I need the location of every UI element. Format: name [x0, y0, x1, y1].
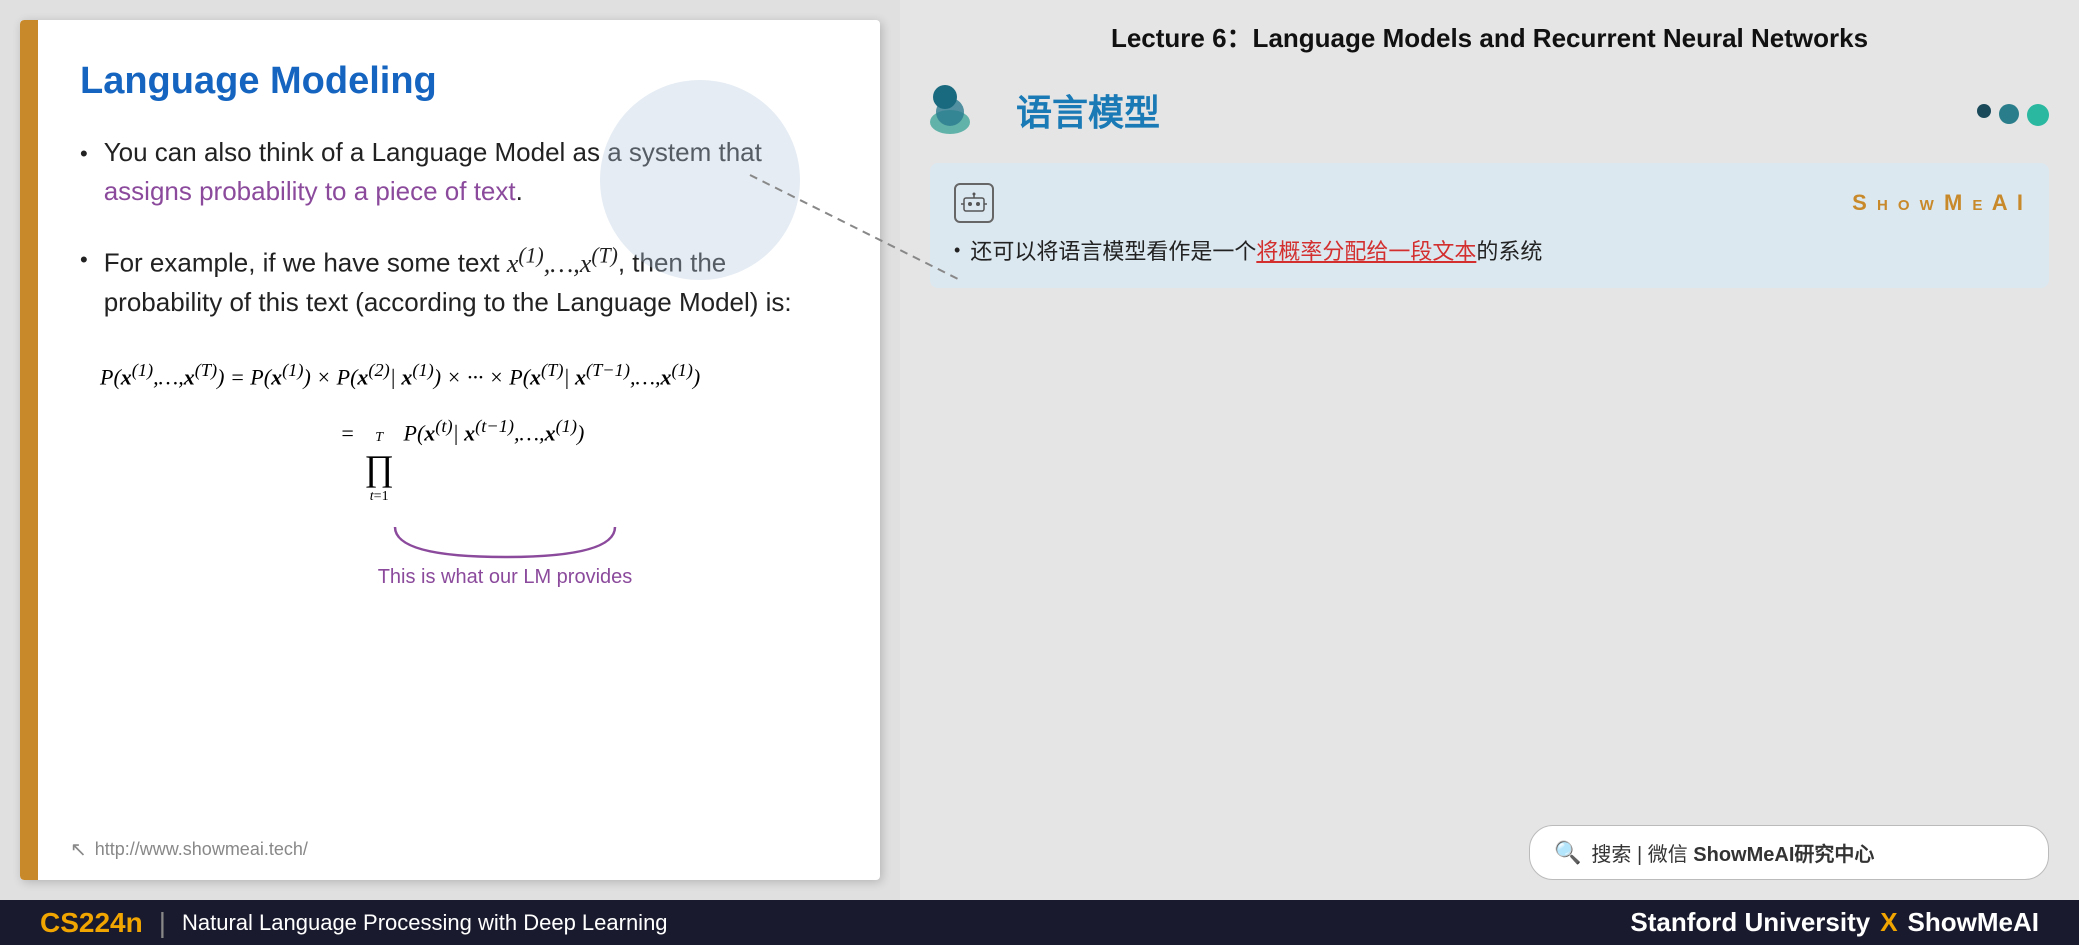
search-bar[interactable]: 🔍 搜索 | 微信 ShowMeAI研究中心 — [1529, 825, 2049, 880]
lecture-title: Lecture 6：Language Models and Recurrent … — [930, 20, 2049, 56]
divider: | — [159, 907, 166, 939]
formula-line-1: P(x(1),…,x(T)) = P(x(1)) × P(x(2)| x(1))… — [100, 350, 830, 402]
footer-url: http://www.showmeai.tech/ — [95, 839, 308, 860]
math-formulas: P(x(1),…,x(T)) = P(x(1)) × P(x(2)| x(1))… — [100, 350, 830, 513]
x-separator: X — [1880, 907, 1897, 938]
search-icon: 🔍 — [1554, 840, 1581, 866]
formula-line-2: = T ∏ t=1 P(x(t)| x(t−1),…,x(1)) — [340, 406, 830, 512]
ai-card: S h o w M e A I • 还可以将语言模型看作是一个将概率分配给一段文… — [930, 163, 2049, 288]
ai-card-bullet: • 还可以将语言模型看作是一个将概率分配给一段文本的系统 — [954, 235, 2025, 268]
stanford-text: Stanford University — [1630, 907, 1870, 938]
course-name: Natural Language Processing with Deep Le… — [182, 910, 668, 936]
showmeai-bottom: ShowMeAI — [1908, 907, 2039, 938]
search-bar-wrapper: 🔍 搜索 | 微信 ShowMeAI研究中心 — [930, 825, 2049, 880]
slide-left-border — [20, 20, 38, 880]
bottom-left: CS224n | Natural Language Processing wit… — [40, 907, 668, 939]
teal-dot-3 — [2027, 104, 2049, 126]
brace-label: This is what our LM provides — [378, 566, 633, 589]
bullet-dot-2: • — [80, 243, 88, 276]
showmeai-label: S h o w M e A I — [1852, 190, 2025, 216]
search-text: 搜索 | 微信 ShowMeAI研究中心 — [1591, 838, 1874, 867]
ai-bullet-dot: • — [954, 237, 960, 264]
chinese-section: 语言模型 — [930, 82, 1160, 137]
main-container: Language Modeling • You can also think o… — [0, 0, 2079, 945]
circle-decoration — [600, 80, 800, 280]
slide-footer: ↖ http://www.showmeai.tech/ — [70, 837, 308, 862]
teal-dot-2 — [1999, 104, 2019, 124]
spacer — [930, 304, 2049, 809]
teal-dots — [1977, 104, 2049, 126]
brace-annotation: This is what our LM provides — [180, 522, 830, 589]
cursor-icon: ↖ — [70, 837, 87, 862]
brace-svg — [385, 522, 625, 562]
ai-card-text: 还可以将语言模型看作是一个将概率分配给一段文本的系统 — [970, 235, 1542, 268]
mountain-icon — [930, 82, 1000, 137]
slide-panel: Language Modeling • You can also think o… — [0, 0, 900, 900]
ai-icon — [954, 183, 994, 223]
bottom-right: Stanford University X ShowMeAI — [1630, 907, 2039, 938]
bullet-dot-1: • — [80, 137, 88, 170]
robot-icon — [961, 192, 987, 214]
chinese-title: 语言模型 — [1016, 84, 1160, 136]
ai-card-header: S h o w M e A I — [954, 183, 2025, 223]
teal-dot-1 — [1977, 104, 1991, 118]
right-panel: Lecture 6：Language Models and Recurrent … — [900, 0, 2079, 900]
bottom-bar: CS224n | Natural Language Processing wit… — [0, 900, 2079, 945]
content-area: Language Modeling • You can also think o… — [0, 0, 2079, 900]
slide-card: Language Modeling • You can also think o… — [20, 20, 880, 880]
cs224n-label: CS224n — [40, 907, 143, 939]
chinese-section-header: 语言模型 — [930, 82, 2049, 147]
